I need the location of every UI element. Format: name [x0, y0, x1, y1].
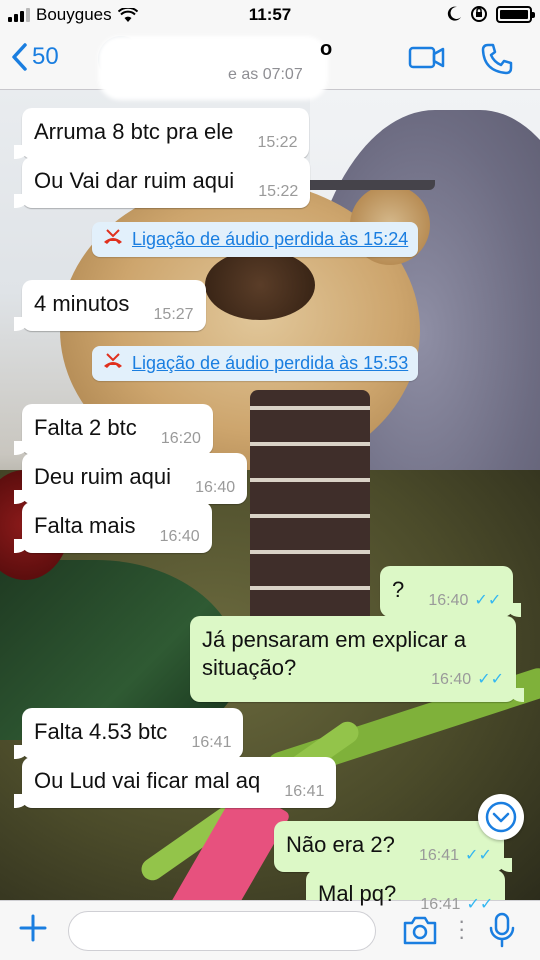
incoming-message[interactable]: Ou Vai dar ruim aqui 15:22 — [13, 157, 311, 208]
message-text: ? — [392, 577, 405, 602]
phone-icon — [481, 43, 513, 75]
message-text: Ou Vai dar ruim aqui — [34, 168, 235, 193]
double-check-icon: ✓✓ — [465, 847, 492, 864]
outgoing-message[interactable]: Já pensaram em explicar a situação? 16:4… — [190, 616, 524, 702]
message-text: Falta 4.53 btc — [34, 719, 168, 744]
double-check-icon: ✓✓ — [477, 671, 504, 688]
missed-call-text[interactable]: Ligação de áudio perdida às 15:24 — [132, 229, 408, 250]
message-text: Falta mais — [34, 513, 136, 538]
message-time: 16:40 — [428, 592, 469, 609]
incoming-message[interactable]: 4 minutos 15:27 — [14, 280, 206, 331]
message-time: 16:41 — [191, 734, 232, 751]
message-time: 16:20 — [160, 430, 201, 447]
message-text: Ou Lud vai ficar mal aq — [34, 768, 261, 793]
unread-count: 50 — [32, 43, 59, 70]
message-time: 15:22 — [258, 183, 299, 200]
outgoing-message[interactable]: Não era 2? 16:41 ✓✓ — [274, 821, 512, 872]
chevron-down-icon — [485, 801, 517, 833]
message-text: Deu ruim aqui — [34, 464, 171, 489]
incoming-message[interactable]: Falta mais 16:40 — [14, 502, 212, 553]
chevron-left-icon — [12, 43, 27, 71]
orientation-lock-icon — [471, 6, 487, 22]
voice-call-button[interactable] — [480, 42, 514, 81]
outgoing-message[interactable]: ? 16:40 ✓✓ — [380, 566, 522, 617]
message-time: 16:40 — [431, 671, 472, 688]
message-text: Já pensaram em explicar a situação? — [202, 627, 467, 680]
missed-call-icon — [102, 228, 124, 251]
missed-call-text[interactable]: Ligação de áudio perdida às 15:53 — [132, 353, 408, 374]
message-text: 4 minutos — [34, 291, 130, 316]
double-check-icon: ✓✓ — [466, 896, 494, 913]
message-time: 15:22 — [257, 134, 298, 151]
message-time: 15:27 — [153, 306, 194, 323]
message-text: Não era 2? — [286, 832, 395, 857]
scroll-to-bottom-button[interactable] — [478, 794, 524, 840]
double-check-icon: ✓✓ — [474, 592, 502, 609]
more-options-icon[interactable]: · · · — [458, 910, 465, 948]
message-time: 16:40 — [195, 479, 236, 496]
attach-button[interactable] — [18, 913, 48, 949]
incoming-message[interactable]: Deu ruim aqui 16:40 — [13, 453, 248, 504]
message-text: Arruma 8 btc pra ele — [34, 119, 234, 144]
incoming-message[interactable]: Arruma 8 btc pra ele 15:22 — [13, 108, 310, 159]
message-text: Mal pq? — [318, 881, 397, 906]
message-input[interactable] — [68, 911, 376, 951]
message-time: 16:41 — [418, 847, 460, 864]
missed-call-icon — [102, 352, 124, 375]
moon-icon — [447, 6, 461, 21]
message-time: 16:40 — [159, 528, 200, 545]
incoming-message[interactable]: Falta 2 btc 16:20 — [14, 404, 213, 455]
message-time: 16:41 — [284, 783, 325, 800]
message-time: 16:41 — [420, 896, 461, 913]
chat-header: 50 o e as 07:07 — [0, 30, 540, 100]
incoming-message[interactable]: Falta 4.53 btc 16:41 — [13, 708, 244, 759]
plus-icon — [19, 914, 47, 942]
status-bar: Bouygues 11:57 — [0, 0, 540, 30]
message-text: Falta 2 btc — [34, 415, 137, 440]
video-call-button[interactable] — [408, 42, 446, 77]
missed-call-notice[interactable]: Ligação de áudio perdida às 15:24 — [92, 222, 419, 257]
back-button[interactable]: 50 — [10, 42, 59, 72]
contact-name[interactable]: o — [320, 38, 332, 61]
message-list[interactable]: Arruma 8 btc pra ele 15:22 Ou Vai dar ru… — [0, 90, 540, 921]
video-camera-icon — [408, 46, 445, 69]
battery-icon — [496, 5, 535, 23]
last-seen-status: e as 07:07 — [228, 66, 303, 83]
missed-call-notice[interactable]: Ligação de áudio perdida às 15:53 — [92, 346, 419, 381]
incoming-message[interactable]: Ou Lud vai ficar mal aq 16:41 — [13, 757, 337, 808]
